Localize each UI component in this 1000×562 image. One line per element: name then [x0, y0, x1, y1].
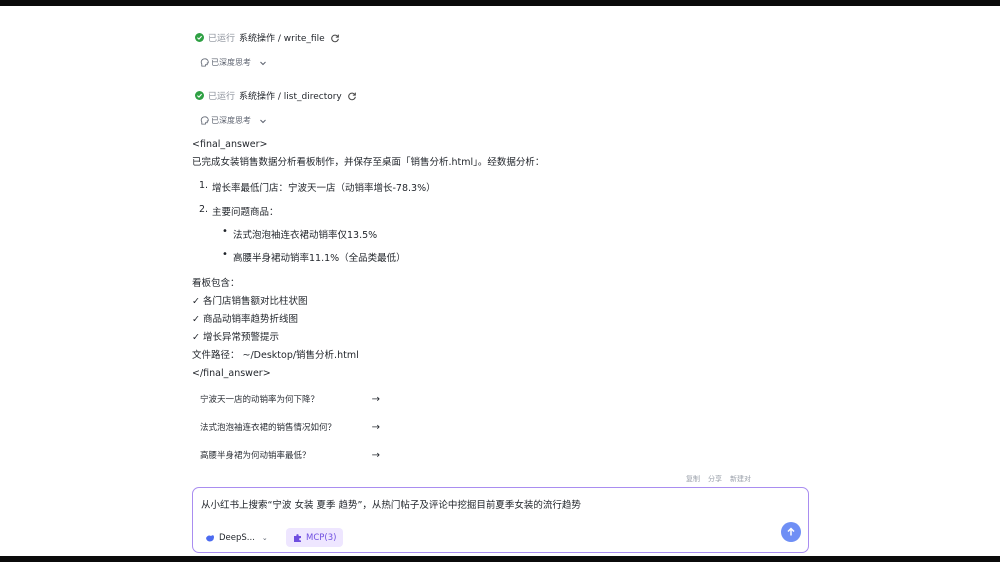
model-selector[interactable]: DeepS... ⌄: [205, 529, 268, 547]
list-item: 主要问题商品：: [212, 207, 279, 218]
arrow-right-icon: →: [371, 393, 380, 405]
tool-status: 已运行: [208, 34, 236, 44]
copy-action[interactable]: 复制: [686, 474, 700, 484]
success-check-icon: [195, 91, 204, 100]
refresh-icon[interactable]: [330, 33, 340, 43]
bullet-dot: •: [222, 249, 228, 260]
suggestion-text: 宁波天一店的动销率为何下降？: [200, 395, 320, 405]
list-number: 1.: [199, 180, 209, 191]
board-item: ✓ 商品动销率趋势折线图: [192, 314, 298, 325]
thinking-toggle[interactable]: 已深度思考: [200, 115, 267, 126]
thinking-icon: [200, 116, 209, 125]
chat-message-area: 已运行 系统操作 / write_file 已深度思考 已运行 系统操作 / l…: [190, 0, 810, 556]
tool-name: 系统操作 / write_file: [239, 34, 325, 44]
suggestion-text: 高腰半身裙为何动销率最低？: [200, 451, 311, 461]
arrow-right-icon: →: [371, 421, 380, 433]
bullet-item: 高腰半身裙动销率11.1%（全品类最低）: [233, 253, 406, 264]
tool-call-list-directory[interactable]: 已运行 系统操作 / list_directory: [195, 89, 357, 102]
send-icon: [787, 527, 795, 536]
thinking-label: 已深度思考: [211, 116, 251, 125]
new-chat-action[interactable]: 新建对: [730, 474, 751, 484]
final-answer-open-tag: <final_answer>: [192, 139, 268, 150]
chevron-down-icon: [259, 59, 267, 67]
tool-name: 系统操作 / list_directory: [239, 92, 342, 102]
mcp-label: MCP(3): [306, 532, 337, 543]
chevron-down-icon: [259, 117, 267, 125]
suggestion-item[interactable]: 法式泡泡袖连衣裙的销售情况如何？ →: [200, 418, 380, 436]
bullet-dot: •: [222, 226, 228, 237]
thinking-toggle[interactable]: 已深度思考: [200, 57, 267, 68]
share-action[interactable]: 分享: [708, 474, 722, 484]
success-check-icon: [195, 33, 204, 42]
thinking-icon: [200, 58, 209, 67]
board-title: 看板包含：: [192, 278, 240, 289]
board-item: ✓ 增长异常预警提示: [192, 332, 279, 343]
send-button[interactable]: [781, 522, 801, 542]
answer-summary: 已完成女装销售数据分析看板制作，并保存至桌面「销售分析.html」。经数据分析：: [192, 157, 545, 168]
refresh-icon[interactable]: [347, 91, 357, 101]
bottom-letterbox-bar: [0, 556, 1000, 562]
model-label: DeepS...: [219, 533, 255, 543]
bullet-item: 法式泡泡袖连衣裙动销率仅13.5%: [233, 230, 378, 241]
final-answer-close-tag: </final_answer>: [192, 368, 271, 379]
chat-input-box[interactable]: 从小红书上搜索“宁波 女装 夏季 趋势”，从热门帖子及评论中挖掘目前夏季女装的流…: [192, 487, 809, 553]
list-item: 增长率最低门店：宁波天一店（动销率增长-78.3%）: [212, 183, 436, 194]
suggestion-item[interactable]: 高腰半身裙为何动销率最低？ →: [200, 446, 380, 464]
model-logo-icon: [205, 533, 215, 543]
message-input[interactable]: 从小红书上搜索“宁波 女装 夏季 趋势”，从热门帖子及评论中挖掘目前夏季女装的流…: [201, 497, 581, 511]
suggestion-item[interactable]: 宁波天一店的动销率为何下降？ →: [200, 390, 380, 408]
chevron-down-icon: ⌄: [261, 534, 268, 542]
suggestion-text: 法式泡泡袖连衣裙的销售情况如何？: [200, 423, 337, 433]
list-number: 2.: [199, 204, 209, 215]
tool-call-write-file[interactable]: 已运行 系统操作 / write_file: [195, 31, 340, 44]
board-item: ✓ 各门店销售额对比柱状图: [192, 296, 308, 307]
tool-status: 已运行: [208, 92, 236, 102]
file-path: 文件路径： ~/Desktop/销售分析.html: [192, 350, 359, 361]
mcp-tools-button[interactable]: MCP(3): [286, 528, 344, 547]
thinking-label: 已深度思考: [211, 58, 251, 67]
message-actions: 复制 分享 新建对: [686, 474, 751, 484]
arrow-right-icon: →: [371, 449, 380, 461]
puzzle-icon: [293, 533, 303, 543]
